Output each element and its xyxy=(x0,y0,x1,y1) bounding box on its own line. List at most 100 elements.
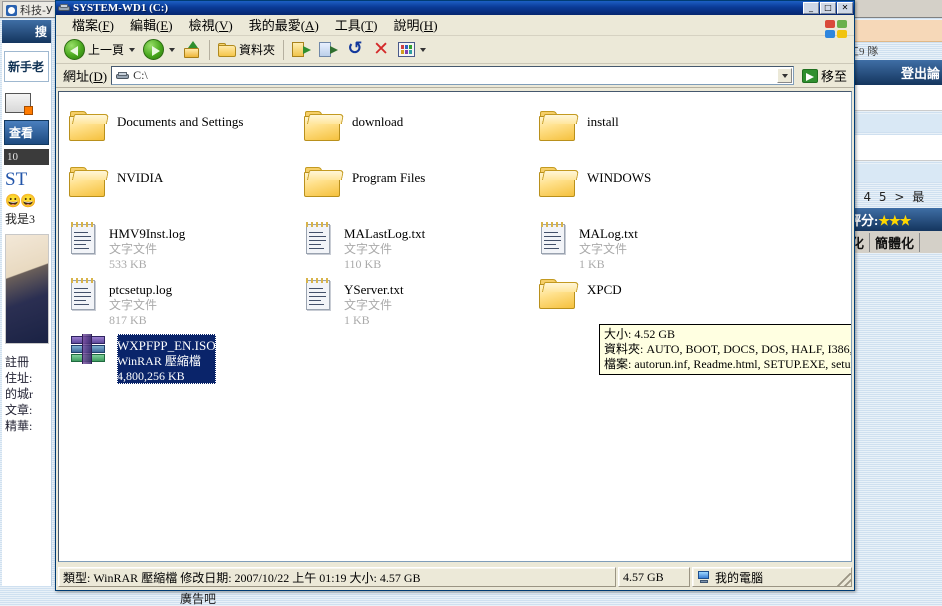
window-resize-grip[interactable] xyxy=(837,573,851,587)
menu-help[interactable]: 說明(H) xyxy=(385,14,445,36)
file-item[interactable]: Program Files xyxy=(304,166,534,199)
views-button[interactable] xyxy=(394,38,430,62)
conversion-buttons: 化 簡體化 xyxy=(846,231,942,253)
user-title: ST xyxy=(5,169,28,190)
avatar xyxy=(5,234,49,344)
maximize-button[interactable]: □ xyxy=(820,2,836,14)
tool-bar[interactable]: 上一頁 資料夾 ↺ ✕ xyxy=(56,20,854,64)
file-labels: Program Files xyxy=(352,166,425,186)
file-name: WINDOWS xyxy=(587,170,652,185)
file-labels: NVIDIA xyxy=(117,166,163,186)
address-bar[interactable]: 網址(D) C:\ 移至 xyxy=(56,64,854,88)
file-item[interactable]: HMV9Inst.log 文字文件 533 KB xyxy=(69,222,299,272)
file-name: MALog.txt xyxy=(579,226,638,241)
new-post-icon xyxy=(5,93,33,115)
forward-button[interactable] xyxy=(139,38,179,62)
menu-view[interactable]: 檢視(V) xyxy=(181,14,241,36)
file-name: NVIDIA xyxy=(117,170,164,185)
emoticon-row: 😀😀 xyxy=(5,193,36,208)
menu-bar[interactable]: 檔案(F) 編輯(E) 檢視(V) 我的最愛(A) 工具(T) 說明(H) xyxy=(56,15,854,36)
menu-favorites[interactable]: 我的最愛(A) xyxy=(241,14,327,36)
close-button[interactable]: ✕ xyxy=(837,2,853,14)
file-item[interactable]: download xyxy=(304,110,534,143)
file-name: MALastLog.txt xyxy=(344,226,426,241)
file-labels: HMV9Inst.log 文字文件 533 KB xyxy=(109,222,185,272)
file-item[interactable]: ptcsetup.log 文字文件 817 KB xyxy=(69,278,299,328)
text-file-icon xyxy=(539,222,571,256)
copy-to-button[interactable] xyxy=(315,38,342,62)
file-labels: install xyxy=(587,110,619,130)
status-detail: 類型: WinRAR 壓縮檔 修改日期: 2007/10/22 上午 01:19… xyxy=(58,567,616,587)
view-post-bar[interactable]: 查看 xyxy=(4,120,49,145)
file-type: 文字文件 xyxy=(109,242,158,256)
file-size: 110 KB xyxy=(344,257,382,271)
user-meta: 註冊 住址: 的城r 文章: 精華: xyxy=(2,350,51,438)
window-title-bar[interactable]: SYSTEM-WD1 (C:) _ □ ✕ xyxy=(56,1,854,15)
file-item[interactable]: Documents and Settings xyxy=(69,110,299,143)
file-labels: Documents and Settings xyxy=(117,110,243,130)
simplified-button[interactable]: 簡體化 xyxy=(870,232,921,252)
file-labels: WXPFPP_EN.ISO WinRAR 壓縮檔 4,800,256 KB xyxy=(117,334,216,384)
back-icon xyxy=(64,39,85,60)
file-item[interactable]: WINDOWS xyxy=(539,166,769,199)
folders-button[interactable]: 資料夾 xyxy=(214,38,279,62)
undo-button[interactable]: ↺ xyxy=(342,38,368,62)
browser-tab-label: 科技-У xyxy=(20,4,53,17)
file-name: download xyxy=(352,114,404,129)
windows-logo-icon xyxy=(822,17,850,41)
file-name: WXPFPP_EN.ISO xyxy=(117,338,216,353)
logout-link[interactable]: 登出論 xyxy=(846,60,942,85)
folder-icon xyxy=(69,166,110,199)
banner-strip xyxy=(846,20,942,42)
address-input[interactable]: C:\ xyxy=(111,66,794,85)
file-list-area[interactable]: Documents and Settings download install NVI… xyxy=(58,91,852,562)
views-icon xyxy=(398,42,416,57)
file-type: 文字文件 xyxy=(344,242,393,256)
file-item-selected[interactable]: WXPFPP_EN.ISO WinRAR 壓縮檔 4,800,256 KB xyxy=(69,334,299,384)
file-size: 1 KB xyxy=(344,313,370,327)
drive-icon xyxy=(116,71,130,81)
archive-icon xyxy=(69,334,109,366)
menu-tools[interactable]: 工具(T) xyxy=(327,14,386,36)
file-item[interactable]: install xyxy=(539,110,769,143)
file-size: 533 KB xyxy=(109,257,147,271)
status-location: 我的電腦 xyxy=(692,567,852,587)
file-item[interactable]: MALastLog.txt 文字文件 110 KB xyxy=(304,222,534,272)
back-button[interactable]: 上一頁 xyxy=(60,38,139,62)
browser-tab[interactable]: 科技-У xyxy=(2,1,58,17)
window-controls: _ □ ✕ xyxy=(803,2,853,14)
forum-note: 工9 隊 xyxy=(848,46,879,58)
chevron-down-icon[interactable] xyxy=(169,47,176,52)
file-item[interactable]: XPCD xyxy=(539,278,769,311)
folder-icon xyxy=(539,166,580,199)
explorer-window[interactable]: SYSTEM-WD1 (C:) _ □ ✕ 檔案(F) 編輯(E) 檢視(V) … xyxy=(55,0,855,591)
delete-button[interactable]: ✕ xyxy=(368,38,394,62)
file-item[interactable]: NVIDIA xyxy=(69,166,299,199)
folder-icon xyxy=(304,166,345,199)
back-label: 上一頁 xyxy=(88,43,125,57)
chevron-down-icon[interactable] xyxy=(420,47,427,52)
file-item[interactable]: MALog.txt 文字文件 1 KB xyxy=(539,222,769,272)
rating-stars: ★★★ xyxy=(878,213,911,228)
go-arrow-icon xyxy=(801,68,818,83)
move-to-button[interactable] xyxy=(288,38,315,62)
minimize-button[interactable]: _ xyxy=(803,2,819,14)
forum-right-column: 工9 隊 登出論 3 4 5 > 最 評分:★★★ 化 簡體化 xyxy=(846,20,942,606)
text-file-icon xyxy=(304,222,336,256)
copy-to-icon xyxy=(319,41,339,58)
pagination[interactable]: 3 4 5 > 最 xyxy=(846,185,942,208)
menu-file[interactable]: 檔案(F) xyxy=(64,14,122,36)
address-dropdown-button[interactable] xyxy=(776,68,792,83)
file-type: 文字文件 xyxy=(344,298,393,312)
toolbar-separator xyxy=(209,39,211,60)
chevron-down-icon[interactable] xyxy=(129,47,136,52)
menu-edit[interactable]: 編輯(E) xyxy=(122,14,181,36)
file-item[interactable]: YServer.txt 文字文件 1 KB xyxy=(304,278,534,328)
go-button[interactable]: 移至 xyxy=(798,66,851,85)
folders-label: 資料夾 xyxy=(239,43,276,57)
file-name: Program Files xyxy=(352,170,426,185)
up-button[interactable] xyxy=(179,38,205,62)
address-value: C:\ xyxy=(133,68,148,82)
delete-icon: ✕ xyxy=(373,37,389,60)
file-name: HMV9Inst.log xyxy=(109,226,186,241)
